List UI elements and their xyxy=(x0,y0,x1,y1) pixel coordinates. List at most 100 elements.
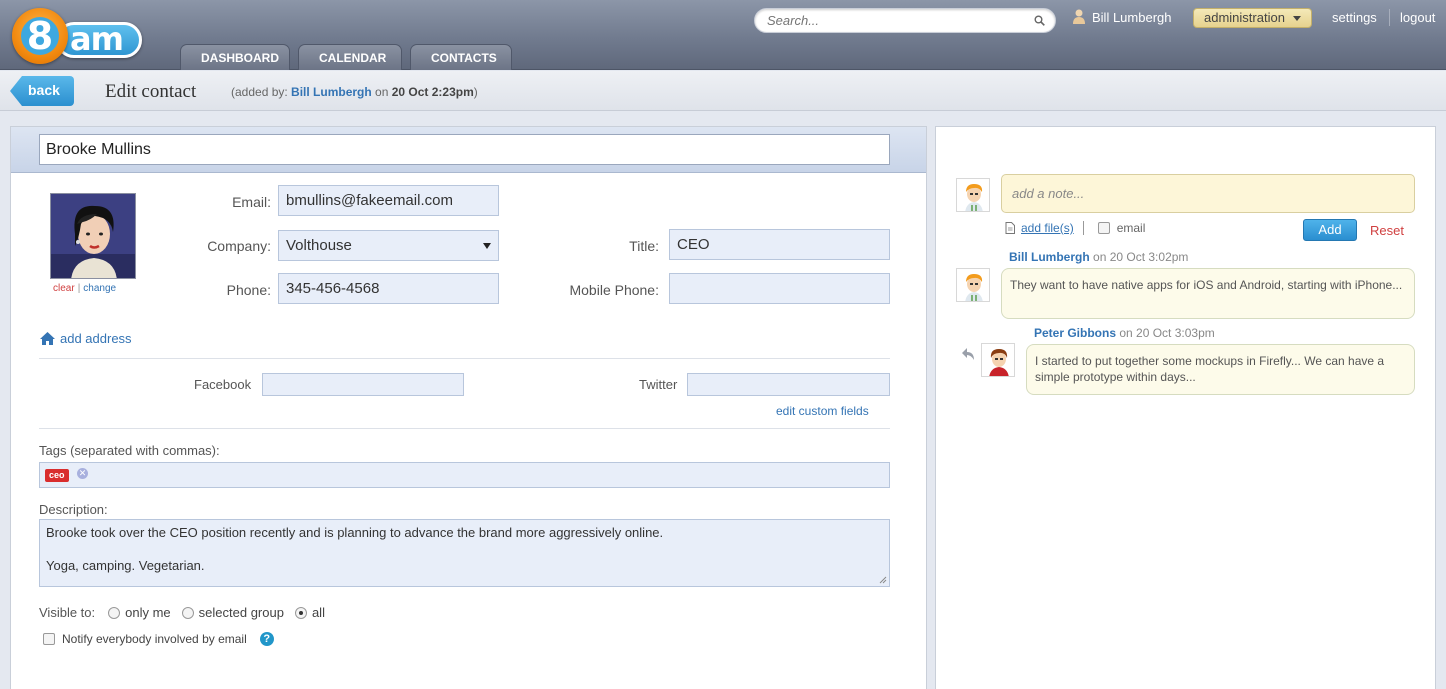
contact-name-input[interactable] xyxy=(39,134,890,165)
add-address-label: add address xyxy=(60,331,132,346)
page-header: back Edit contact (added by: Bill Lumber… xyxy=(0,71,1446,111)
avatar xyxy=(956,178,990,212)
add-files-link[interactable]: add file(s) xyxy=(1021,221,1074,235)
divider xyxy=(1082,221,1084,235)
avatar-actions: clear | change xyxy=(53,283,116,294)
note-timestamp: on 20 Oct 3:02pm xyxy=(1093,250,1189,264)
user-avatar-illustration xyxy=(982,344,1014,376)
facebook-field[interactable] xyxy=(262,373,464,396)
avatar xyxy=(981,343,1015,377)
logout-link[interactable]: logout xyxy=(1400,10,1435,25)
add-address-link[interactable]: add address xyxy=(39,331,132,346)
resize-handle-icon[interactable] xyxy=(879,576,887,584)
twitter-label: Twitter xyxy=(639,377,678,392)
tab-contacts[interactable]: CONTACTS xyxy=(410,44,512,70)
radio-button-selected[interactable] xyxy=(294,606,307,619)
app-logo[interactable]: 8 am xyxy=(12,8,142,64)
top-bar: 8 am DASHBOARD CALENDAR CONTACTS Bill Lu… xyxy=(0,0,1446,70)
description-line: Brooke took over the CEO position recent… xyxy=(46,525,664,540)
mobile-phone-label: Mobile Phone: xyxy=(569,282,659,298)
divider: | xyxy=(77,283,81,294)
remove-tag-icon[interactable]: ✕ xyxy=(77,468,88,479)
title-label: Title: xyxy=(629,238,659,254)
divider xyxy=(39,428,890,429)
contact-avatar xyxy=(50,193,136,279)
add-note-input[interactable]: add a note... xyxy=(1001,174,1415,213)
facebook-label: Facebook xyxy=(194,377,252,392)
current-user[interactable]: Bill Lumbergh xyxy=(1072,9,1172,27)
tags-input[interactable]: ceo ✕ xyxy=(39,462,890,488)
description-line: Yoga, camping. Vegetarian. xyxy=(46,558,205,573)
avatar-illustration xyxy=(51,194,135,278)
description-label: Description: xyxy=(39,502,108,517)
added-by-on: on xyxy=(371,85,392,99)
chevron-down-icon xyxy=(483,243,491,249)
avatar xyxy=(956,268,990,302)
home-icon xyxy=(40,332,55,345)
visibility-option-selected-group[interactable]: selected group xyxy=(181,605,284,620)
tab-dashboard[interactable]: DASHBOARD xyxy=(180,44,290,70)
help-icon[interactable]: ? xyxy=(259,632,274,646)
settings-link[interactable]: settings xyxy=(1332,10,1377,25)
note-timestamp: on 20 Oct 3:03pm xyxy=(1119,326,1215,340)
back-button-label: back xyxy=(28,82,60,98)
visibility-options: Visible to: only me selected group all xyxy=(39,605,336,620)
note-bubble: They want to have native apps for iOS an… xyxy=(1001,268,1415,319)
divider xyxy=(39,358,890,359)
added-by-user[interactable]: Bill Lumbergh xyxy=(291,85,372,99)
twitter-field[interactable] xyxy=(687,373,890,396)
visibility-option-only-me[interactable]: only me xyxy=(108,605,171,620)
email-field[interactable]: bmullins@fakeemail.com xyxy=(278,185,499,216)
phone-label: Phone: xyxy=(226,282,271,298)
note-author[interactable]: Peter Gibbons xyxy=(1034,326,1116,340)
email-option[interactable]: email xyxy=(1097,221,1146,235)
radio-button[interactable] xyxy=(108,606,121,619)
reset-button[interactable]: Reset xyxy=(1370,223,1404,238)
note-author-line: Peter Gibbons on 20 Oct 3:03pm xyxy=(1034,326,1215,340)
page-title: Edit contact xyxy=(105,81,197,102)
search-input[interactable] xyxy=(767,9,1027,32)
administration-label: administration xyxy=(1204,10,1285,25)
email-checkbox[interactable] xyxy=(1097,222,1110,234)
logo-text: am xyxy=(70,20,124,58)
change-avatar-link[interactable]: change xyxy=(83,283,116,294)
email-option-label: email xyxy=(1116,221,1146,235)
chevron-down-icon xyxy=(1293,16,1301,21)
tag-chip: ceo xyxy=(45,469,69,482)
search-box xyxy=(754,8,1056,33)
title-field[interactable]: CEO xyxy=(669,229,890,260)
visibility-option-label: only me xyxy=(125,605,171,620)
user-icon xyxy=(1073,9,1085,24)
contact-form-panel: clear|change Email: bmullins@fakeemail.c… xyxy=(10,126,927,689)
added-by-info: (added by: Bill Lumbergh on 20 Oct 2:23p… xyxy=(231,85,478,99)
email-label: Email: xyxy=(232,194,271,210)
visibility-option-label: selected group xyxy=(198,605,284,620)
company-label: Company: xyxy=(207,238,271,254)
mobile-phone-field[interactable] xyxy=(669,273,890,304)
main-tabs: DASHBOARD CALENDAR CONTACTS xyxy=(180,44,520,70)
edit-custom-fields-link[interactable]: edit custom fields xyxy=(776,404,869,418)
description-textarea[interactable]: Brooke took over the CEO position recent… xyxy=(39,519,890,587)
search-icon[interactable] xyxy=(1034,15,1045,26)
radio-button[interactable] xyxy=(181,606,194,619)
visible-to-label: Visible to: xyxy=(39,605,96,620)
notify-checkbox[interactable] xyxy=(43,633,55,645)
note-options: add file(s) email xyxy=(1005,221,1145,235)
administration-dropdown[interactable]: administration xyxy=(1193,8,1312,28)
divider xyxy=(1389,9,1390,26)
phone-field[interactable]: 345-456-4568 xyxy=(278,273,499,304)
reply-arrow-icon xyxy=(962,348,974,360)
back-button[interactable]: back xyxy=(10,76,74,106)
logo-digit: 8 xyxy=(26,14,54,58)
note-bubble: I started to put together some mockups i… xyxy=(1026,344,1415,395)
tab-calendar[interactable]: CALENDAR xyxy=(298,44,402,70)
notify-label: Notify everybody involved by email xyxy=(62,632,247,646)
add-note-button[interactable]: Add xyxy=(1303,219,1357,241)
added-date: 20 Oct 2:23pm xyxy=(391,85,474,99)
note-author[interactable]: Bill Lumbergh xyxy=(1009,250,1090,264)
user-name: Bill Lumbergh xyxy=(1092,10,1172,25)
clear-avatar-link[interactable]: clear xyxy=(53,283,75,294)
visibility-option-all[interactable]: all xyxy=(294,605,325,620)
notify-option: Notify everybody involved by email ? xyxy=(43,632,274,646)
company-select[interactable]: Volthouse xyxy=(278,230,499,261)
